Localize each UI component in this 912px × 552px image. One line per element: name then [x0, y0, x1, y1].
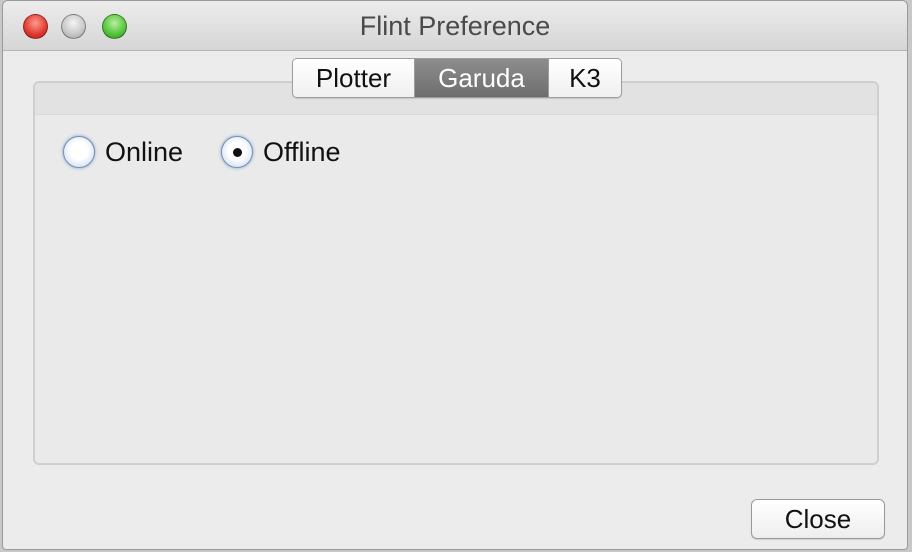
tab-bar: Plotter Garuda K3 [292, 58, 622, 98]
close-button[interactable]: Close [751, 499, 885, 539]
tab-garuda[interactable]: Garuda [415, 59, 549, 97]
online-radio-button[interactable] [63, 136, 95, 168]
tab-k3[interactable]: K3 [549, 59, 621, 97]
preferences-window: Flint Preference Plotter Garuda K3 Onlin… [2, 0, 908, 550]
offline-radio-button[interactable] [221, 136, 253, 168]
online-radio-label: Online [105, 136, 184, 167]
tab-plotter[interactable]: Plotter [293, 59, 415, 97]
window-title: Flint Preference [359, 11, 551, 41]
title-bar[interactable]: Flint Preference [3, 1, 907, 51]
offline-radio-option[interactable]: Offline [221, 135, 341, 169]
online-radio-option[interactable]: Online [63, 135, 183, 169]
offline-radio-label: Offline [263, 136, 341, 167]
